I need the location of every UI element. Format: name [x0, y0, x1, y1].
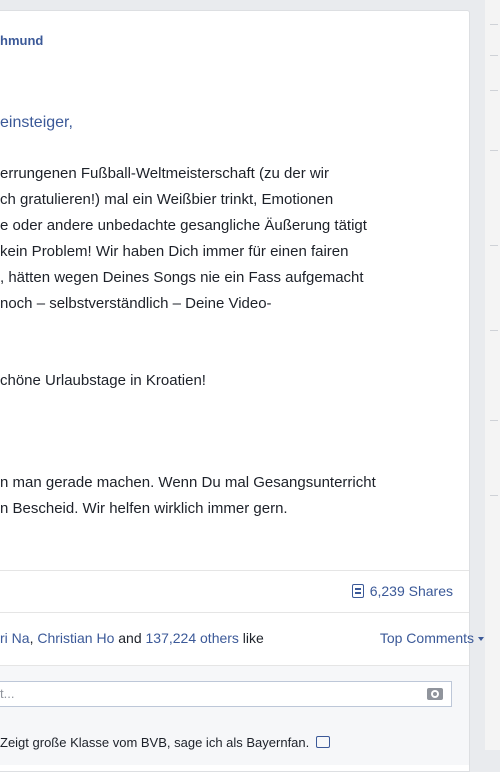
divider	[0, 665, 469, 666]
sidebar-divider	[490, 330, 498, 331]
post-paragraph-3: n man gerade machen. Wenn Du mal Gesangs…	[0, 470, 462, 522]
post-line: ch gratulieren!) mal ein Weißbier trinkt…	[0, 191, 334, 208]
comment-section	[0, 665, 469, 765]
sidebar-divider	[490, 24, 498, 25]
sidebar-divider	[490, 420, 498, 421]
comment-placeholder: t...	[0, 686, 15, 701]
top-comments-label: Top Comments	[379, 630, 474, 646]
post-line: chöne Urlaubstage in Kroatien!	[0, 372, 206, 389]
sidebar-divider	[490, 55, 498, 56]
comment-preview: Zeigt große Klasse vom BVB, sage ich als…	[0, 735, 330, 750]
post-salutation: einsteiger,	[0, 114, 73, 131]
sidebar-divider	[490, 90, 498, 91]
shares-icon	[351, 584, 364, 598]
comment-text: Zeigt große Klasse vom BVB, sage ich als…	[0, 735, 310, 750]
post-paragraph-1: errungenen Fußball-Weltmeisterschaft (zu…	[0, 161, 462, 317]
divider	[0, 612, 469, 613]
liker-name-link[interactable]: ri Na	[0, 630, 30, 646]
shares-label: 6,239 Shares	[369, 583, 453, 599]
likes-tail: like	[238, 630, 264, 646]
top-comments-dropdown[interactable]: Top Comments	[380, 630, 484, 646]
camera-icon[interactable]	[427, 688, 443, 700]
likes-summary: ri Na, Christian Ho and 137,224 others l…	[0, 630, 264, 646]
post-line: n Bescheid. Wir helfen wirklich immer ge…	[0, 500, 288, 517]
post-line: noch – selbstverständlich – Deine Video-	[0, 295, 272, 312]
right-sidebar	[485, 0, 500, 750]
likes-and: and	[114, 630, 146, 646]
post-line: errungenen Fußball-Weltmeisterschaft (zu…	[0, 165, 330, 182]
chevron-down-icon	[478, 637, 484, 641]
post-paragraph-2: chöne Urlaubstage in Kroatien!	[0, 368, 462, 394]
post-line: n man gerade machen. Wenn Du mal Gesangs…	[0, 474, 376, 491]
sidebar-divider	[490, 495, 498, 496]
page-name-link[interactable]: hmund	[0, 33, 43, 48]
comment-input[interactable]: t...	[0, 681, 452, 707]
thumbs-up-icon[interactable]	[315, 736, 330, 748]
sidebar-divider	[490, 245, 498, 246]
post-line: , hätten wegen Deines Songs nie ein Fass…	[0, 269, 364, 286]
shares-link[interactable]: 6,239 Shares	[351, 583, 453, 599]
sidebar-divider	[490, 150, 498, 151]
likes-others-link[interactable]: 137,224 others	[146, 630, 239, 646]
liker-name-link[interactable]: Christian Ho	[37, 630, 114, 646]
post-line: kein Problem! Wir haben Dich immer für e…	[0, 243, 349, 260]
post-line: e oder andere unbedachte gesangliche Äuß…	[0, 217, 367, 234]
divider	[0, 570, 469, 571]
